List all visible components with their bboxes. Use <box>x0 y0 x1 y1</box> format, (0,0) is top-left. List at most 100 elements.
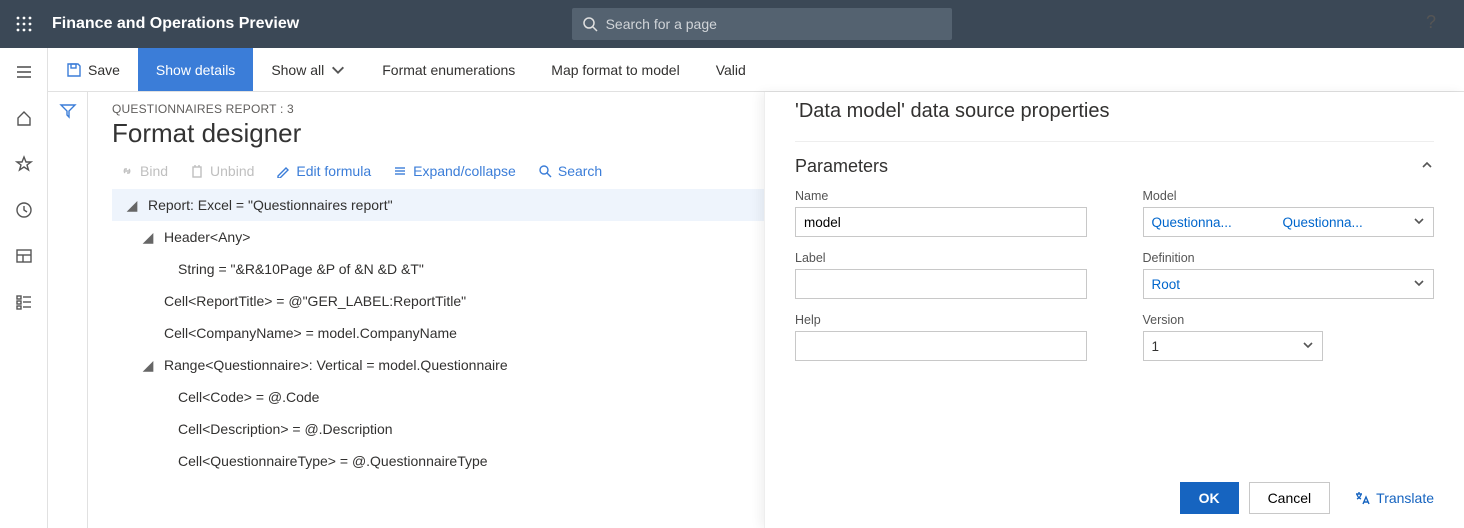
version-field: Version 1 <box>1143 313 1435 361</box>
definition-select[interactable]: Root <box>1143 269 1435 299</box>
chevron-down-icon <box>1302 339 1314 354</box>
tree-node-string[interactable]: String = "&R&10Page &P of &N &D &T" <box>112 253 764 285</box>
name-input[interactable] <box>795 207 1087 237</box>
app-title: Finance and Operations Preview <box>52 15 299 33</box>
help-input[interactable] <box>795 331 1087 361</box>
map-format-label: Map format to model <box>551 62 679 78</box>
tree-node-companyname[interactable]: Cell<CompanyName> = model.CompanyName <box>112 317 764 349</box>
panel-footer: OK Cancel Translate <box>795 462 1434 514</box>
model-select-value-a: Questionna... <box>1152 215 1232 230</box>
show-all-label: Show all <box>271 62 324 78</box>
help-icon[interactable]: ? <box>1426 12 1436 33</box>
definition-select-value: Root <box>1152 277 1181 292</box>
model-field: Model Questionna... Questionna... <box>1143 189 1435 237</box>
star-icon[interactable] <box>0 148 48 180</box>
caret-icon[interactable]: ◢ <box>140 229 156 246</box>
expand-collapse-button[interactable]: Expand/collapse <box>393 163 516 179</box>
filter-column <box>48 92 88 528</box>
label-input[interactable] <box>795 269 1087 299</box>
tree-node-report[interactable]: ◢ Report: Excel = "Questionnaires report" <box>112 189 764 221</box>
breadcrumb: QUESTIONNAIRES REPORT : 3 <box>112 102 764 116</box>
left-nav-rail <box>0 48 48 528</box>
format-enumerations-button[interactable]: Format enumerations <box>364 48 533 91</box>
workspace-icon[interactable] <box>0 240 48 272</box>
save-button[interactable]: Save <box>48 48 138 91</box>
unbind-label: Unbind <box>210 163 254 179</box>
expand-collapse-label: Expand/collapse <box>413 163 516 179</box>
tree-node-label: Header<Any> <box>164 229 250 245</box>
tree-node-questionnairetype[interactable]: Cell<QuestionnaireType> = @.Questionnair… <box>112 445 764 477</box>
show-details-label: Show details <box>156 62 235 78</box>
validate-label: Valid <box>716 62 746 78</box>
parameters-section-header[interactable]: Parameters <box>795 141 1434 177</box>
designer-toolbar: Bind Unbind Edit formula Expand/collapse… <box>112 159 764 189</box>
validate-button[interactable]: Valid <box>698 48 764 91</box>
chevron-up-icon[interactable] <box>1420 158 1434 175</box>
save-icon <box>66 62 82 78</box>
name-label: Name <box>795 189 1087 203</box>
label-label: Label <box>795 251 1087 265</box>
edit-formula-button[interactable]: Edit formula <box>276 163 371 179</box>
global-search[interactable] <box>572 8 952 40</box>
recent-icon[interactable] <box>0 194 48 226</box>
tree-node-label: Cell<ReportTitle> = @"GER_LABEL:ReportTi… <box>164 293 466 309</box>
label-field: Label <box>795 251 1087 299</box>
translate-label: Translate <box>1376 490 1434 506</box>
show-all-button[interactable]: Show all <box>253 48 364 91</box>
model-select[interactable]: Questionna... Questionna... <box>1143 207 1435 237</box>
model-select-value-b: Questionna... <box>1282 215 1362 230</box>
tree-node-label: Cell<Code> = @.Code <box>178 389 319 405</box>
parameters-section-title: Parameters <box>795 156 888 177</box>
page-title: Format designer <box>112 118 764 149</box>
translate-icon <box>1354 490 1370 506</box>
filter-icon[interactable] <box>59 102 77 120</box>
tree-node-description[interactable]: Cell<Description> = @.Description <box>112 413 764 445</box>
modules-icon[interactable] <box>0 286 48 318</box>
version-select-value: 1 <box>1152 339 1160 354</box>
show-details-button[interactable]: Show details <box>138 48 253 91</box>
tree-node-label: Cell<CompanyName> = model.CompanyName <box>164 325 457 341</box>
command-bar: Save Show details Show all Format enumer… <box>48 48 1464 92</box>
definition-field: Definition Root <box>1143 251 1435 299</box>
search-icon <box>582 16 598 32</box>
help-field: Help <box>795 313 1087 361</box>
caret-icon[interactable]: ◢ <box>124 197 140 214</box>
tree-node-code[interactable]: Cell<Code> = @.Code <box>112 381 764 413</box>
tree-node-label: Report: Excel = "Questionnaires report" <box>148 197 393 213</box>
tree-node-header[interactable]: ◢ Header<Any> <box>112 221 764 253</box>
chevron-down-icon <box>1413 215 1425 230</box>
search-label: Search <box>558 163 602 179</box>
ok-button[interactable]: OK <box>1180 482 1239 514</box>
version-label: Version <box>1143 313 1435 327</box>
datasource-properties-panel: 'Data model' data source properties Para… <box>764 92 1464 528</box>
format-designer-pane: QUESTIONNAIRES REPORT : 3 Format designe… <box>88 92 764 528</box>
save-label: Save <box>88 62 120 78</box>
tree-node-label: Cell<Description> = @.Description <box>178 421 393 437</box>
edit-formula-label: Edit formula <box>296 163 371 179</box>
format-tree: ◢ Report: Excel = "Questionnaires report"… <box>112 189 764 477</box>
bind-button: Bind <box>120 163 168 179</box>
tree-node-label: Range<Questionnaire>: Vertical = model.Q… <box>164 357 508 373</box>
chevron-down-icon <box>1413 277 1425 292</box>
app-launcher-icon[interactable] <box>0 0 48 48</box>
translate-button[interactable]: Translate <box>1354 490 1434 506</box>
global-search-input[interactable] <box>606 16 942 32</box>
caret-icon[interactable]: ◢ <box>140 357 156 374</box>
hamburger-icon[interactable] <box>0 56 48 88</box>
version-select[interactable]: 1 <box>1143 331 1323 361</box>
tree-node-label: Cell<QuestionnaireType> = @.Questionnair… <box>178 453 488 469</box>
tree-node-label: String = "&R&10Page &P of &N &D &T" <box>178 261 424 277</box>
panel-title: 'Data model' data source properties <box>795 100 1434 123</box>
tree-node-reporttitle[interactable]: Cell<ReportTitle> = @"GER_LABEL:ReportTi… <box>112 285 764 317</box>
map-format-button[interactable]: Map format to model <box>533 48 697 91</box>
cancel-button[interactable]: Cancel <box>1249 482 1331 514</box>
help-label: Help <box>795 313 1087 327</box>
definition-label: Definition <box>1143 251 1435 265</box>
home-icon[interactable] <box>0 102 48 134</box>
chevron-down-icon <box>330 62 346 78</box>
model-label: Model <box>1143 189 1435 203</box>
unbind-button: Unbind <box>190 163 254 179</box>
top-navbar: Finance and Operations Preview <box>0 0 1464 48</box>
search-button[interactable]: Search <box>538 163 602 179</box>
tree-node-range[interactable]: ◢ Range<Questionnaire>: Vertical = model.… <box>112 349 764 381</box>
